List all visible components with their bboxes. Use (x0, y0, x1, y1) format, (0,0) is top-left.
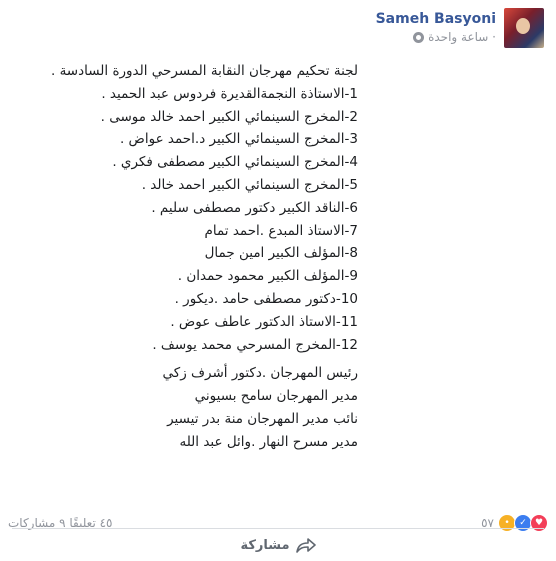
globe-icon (413, 31, 425, 43)
post-line: 11-الاستاذ الدكتور عاطف عوض . (170, 313, 358, 330)
author-name[interactable]: Sameh Basyoni (376, 10, 496, 28)
divider (12, 528, 544, 529)
share-label: مشاركة (240, 537, 290, 553)
post-line: 1-الاستاذة النجمةالقديرة فردوس عبد الحمي… (101, 85, 358, 102)
post-line: 12-المخرج المسرحي محمد يوسف . (152, 336, 358, 353)
post-line: 5-المخرج السينمائي الكبير احمد خالد . (141, 176, 358, 193)
reaction-summary[interactable]: ٥٧ • ✓ ♥ (481, 514, 548, 532)
avatar[interactable] (504, 8, 544, 48)
post-line: لجنة تحكيم مهرجان النقابة المسرحي الدورة… (50, 63, 358, 79)
share-icon (295, 538, 316, 553)
post-body: لجنة تحكيم مهرجان النقابة المسرحي الدورة… (13, 60, 358, 454)
staff-line: مدير المهرجان سامح بسيوني (194, 388, 358, 405)
post-line: 9-المؤلف الكبير محمود حمدان . (177, 268, 358, 285)
post-line: 2-المخرج السينمائي الكبير احمد خالد موسى… (100, 108, 358, 125)
post-line: 4-المخرج السينمائي الكبير مصطفى فكري . (112, 154, 358, 171)
post-meta: ساعة واحدة · (376, 30, 496, 44)
post-line: 6-الناقد الكبير دكتور مصطفى سليم . (151, 199, 358, 216)
love-icon: ♥ (530, 514, 548, 532)
staff-line: نائب مدير المهرجان منة بدر تيسير (167, 410, 358, 427)
staff-line: رئيس المهرجان .دكتور أشرف زكي (162, 365, 358, 382)
post-line: 3-المخرج السينمائي الكبير د.احمد عواض . (119, 131, 358, 148)
post-line: 8-المؤلف الكبير امين جمال (204, 245, 358, 262)
share-button[interactable]: مشاركة (0, 532, 556, 558)
post-line: 7-الاستاذ المبدع .احمد تمام (204, 222, 359, 239)
post-header: Sameh Basyoni ساعة واحدة · (12, 8, 544, 54)
reactions-bar: ٤٥ تعليقًا ٩ مشاركات ٥٧ • ✓ ♥ (8, 513, 548, 533)
timestamp[interactable]: ساعة واحدة · (428, 30, 496, 44)
staff-line: مدير مسرح النهار .وائل عبد الله (179, 433, 358, 450)
author-block: Sameh Basyoni ساعة واحدة · (376, 8, 496, 44)
post-line: 10-دكتور مصطفى حامد .ديكور . (174, 290, 358, 307)
